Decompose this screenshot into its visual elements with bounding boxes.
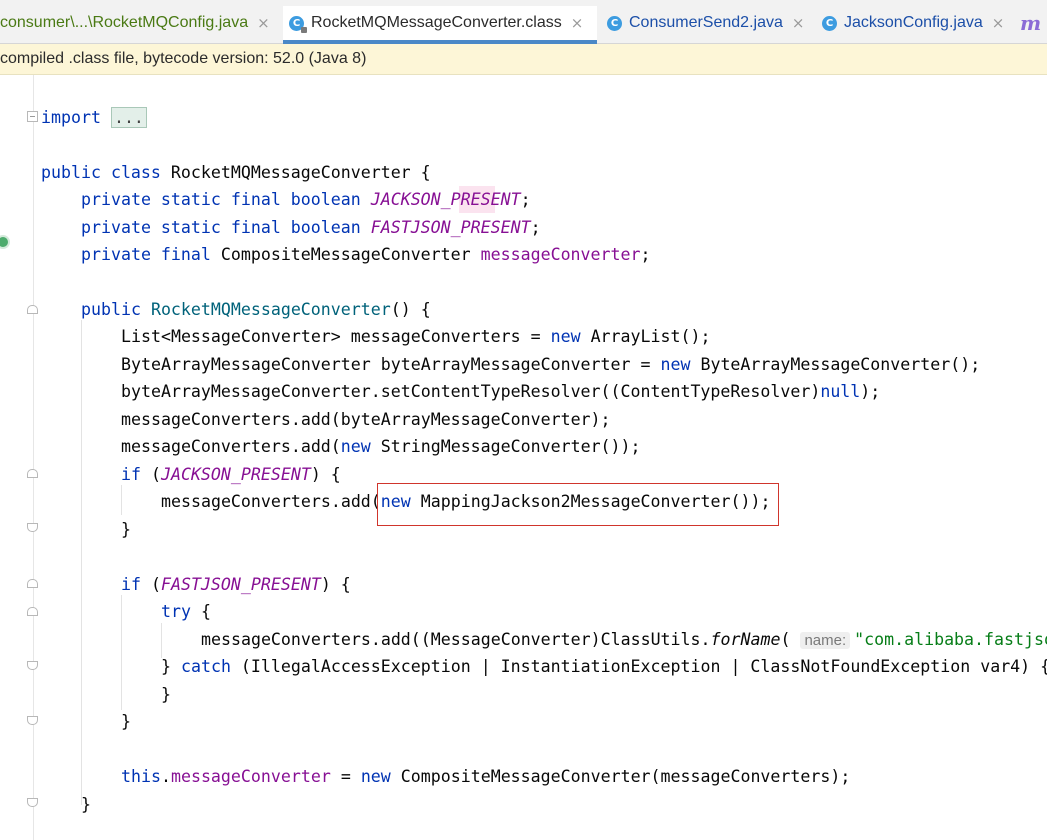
decompiled-notice-banner: compiled .class file, bytecode version: …: [0, 44, 1047, 75]
tab-rocketmqmessageconverter[interactable]: C RocketMQMessageConverter.class ×: [283, 6, 597, 44]
fold-start-icon[interactable]: [27, 305, 38, 314]
code-line: ByteArrayMessageConverter byteArrayMessa…: [121, 355, 981, 374]
code-line-brace: }: [81, 795, 91, 814]
fold-end-icon[interactable]: [27, 523, 38, 532]
tab-label: consumer\...\RocketMQConfig.java: [0, 14, 249, 31]
tab-label: JacksonConfig.java: [844, 14, 983, 31]
tab-label: RocketMQMessageConverter.class: [311, 14, 562, 31]
folded-imports[interactable]: ...: [110, 107, 147, 128]
code-line-import: import ...: [41, 104, 147, 131]
editor-gutter: [0, 75, 38, 840]
class-icon: C: [822, 15, 837, 31]
highlight-box: [377, 483, 779, 526]
fold-end-icon[interactable]: [27, 716, 38, 725]
code-line: byteArrayMessageConverter.setContentType…: [121, 382, 881, 401]
tab-consumersend2[interactable]: C ConsumerSend2.java ×: [607, 6, 807, 40]
fold-start-icon[interactable]: [27, 579, 38, 588]
banner-text: compiled .class file, bytecode version: …: [0, 50, 367, 67]
code-line-try: try {: [161, 602, 211, 621]
code-line-field-jackson: private static final boolean JACKSON_PRE…: [81, 190, 531, 209]
more-tabs-icon: m: [1020, 11, 1042, 35]
code-line-constructor: public RocketMQMessageConverter() {: [81, 300, 431, 319]
code-line-field-converter: private final CompositeMessageConverter …: [81, 245, 651, 264]
close-icon[interactable]: ×: [257, 14, 270, 32]
code-line: messageConverters.add(byteArrayMessageCo…: [121, 410, 611, 429]
tab-label: ConsumerSend2.java: [629, 14, 783, 31]
indent-guide: [81, 320, 82, 805]
code-line-assign: this.messageConverter = new CompositeMes…: [121, 767, 851, 786]
code-line-brace: }: [121, 520, 131, 539]
implementation-gutter-icon[interactable]: [0, 235, 10, 249]
fold-end-icon[interactable]: [27, 661, 38, 670]
close-icon[interactable]: ×: [992, 14, 1005, 32]
code-line-catch: } catch (IllegalAccessException | Instan…: [161, 657, 1047, 676]
code-line-if-fastjson: if (FASTJSON_PRESENT) {: [121, 575, 351, 594]
indent-guide: [121, 485, 122, 515]
close-icon[interactable]: ×: [571, 14, 584, 32]
code-line: messageConverters.add(new StringMessageC…: [121, 437, 641, 456]
fold-collapsed-icon[interactable]: [27, 111, 38, 122]
class-icon: C: [607, 15, 622, 31]
code-line-field-fastjson: private static final boolean FASTJSON_PR…: [81, 218, 541, 237]
code-line: List<MessageConverter> messageConverters…: [121, 327, 711, 346]
indent-guide: [121, 595, 122, 710]
fold-end-icon[interactable]: [27, 798, 38, 807]
code-line-if-jackson: if (JACKSON_PRESENT) {: [121, 465, 341, 484]
fold-start-icon[interactable]: [27, 607, 38, 616]
parameter-hint: name:: [800, 632, 851, 649]
more-tabs-button[interactable]: m: [1020, 6, 1047, 40]
close-icon[interactable]: ×: [792, 14, 805, 32]
tab-rocketmqconfig[interactable]: consumer\...\RocketMQConfig.java ×: [0, 6, 282, 40]
editor-tab-bar: consumer\...\RocketMQConfig.java × C Roc…: [0, 0, 1047, 44]
class-file-icon: C: [289, 15, 307, 33]
code-line-add-fastjson: messageConverters.add((MessageConverter)…: [201, 630, 1047, 649]
code-line-brace: }: [161, 685, 171, 704]
code-line-brace: }: [121, 712, 131, 731]
fold-start-icon[interactable]: [27, 469, 38, 478]
code-line-class-decl: public class RocketMQMessageConverter {: [41, 163, 431, 182]
tab-jacksonconfig[interactable]: C JacksonConfig.java ×: [822, 6, 1012, 40]
